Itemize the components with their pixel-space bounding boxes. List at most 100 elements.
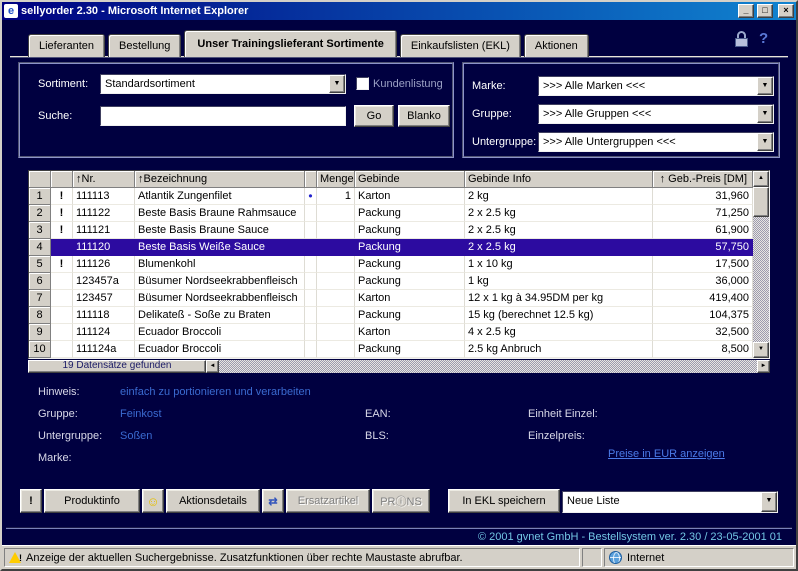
einheit-einzel-label: Einheit Einzel: bbox=[528, 408, 598, 420]
search-input[interactable] bbox=[100, 106, 346, 126]
eur-link[interactable]: Preise in EUR anzeigen bbox=[608, 448, 725, 460]
row-number[interactable]: 8 bbox=[29, 307, 51, 324]
chevron-down-icon[interactable]: ▼ bbox=[757, 77, 773, 95]
table-row[interactable]: 1 ! 111113 Atlantik Zungenfilet • 1 Kart… bbox=[29, 188, 753, 205]
cell-preis: 31,960 bbox=[653, 188, 753, 205]
row-number[interactable]: 7 bbox=[29, 290, 51, 307]
kundenlistung-checkbox[interactable] bbox=[356, 77, 369, 90]
produktinfo-icon-button[interactable]: ! bbox=[20, 489, 42, 513]
lock-icon[interactable] bbox=[734, 31, 749, 48]
row-number[interactable]: 3 bbox=[29, 222, 51, 239]
table-row[interactable]: 9 111124 Ecuador Broccoli Karton 4 x 2.5… bbox=[29, 324, 753, 341]
help-icon[interactable]: ? bbox=[759, 30, 768, 47]
row-number[interactable]: 6 bbox=[29, 273, 51, 290]
table-row[interactable]: 4 111120 Beste Basis Weiße Sauce Packung… bbox=[29, 239, 753, 256]
footer-credit: © 2001 gvnet GmbH - Bestellsystem ver. 2… bbox=[2, 531, 782, 543]
go-button[interactable]: Go bbox=[354, 105, 394, 127]
produktinfo-button[interactable]: Produktinfo bbox=[44, 489, 140, 513]
untergruppe-dropdown[interactable]: >>> Alle Untergruppen <<< ▼ bbox=[538, 132, 774, 152]
tab[interactable]: Bestellung bbox=[108, 34, 181, 57]
table-row[interactable]: 2 ! 111122 Beste Basis Braune Rahmsauce … bbox=[29, 205, 753, 222]
hscroll-left-button[interactable]: ◄ bbox=[206, 360, 219, 373]
scroll-up-button[interactable]: ▲ bbox=[753, 171, 769, 187]
cell-gebinde: Packung bbox=[355, 307, 465, 324]
tab[interactable]: Aktionen bbox=[524, 34, 589, 57]
cell-flag: ! bbox=[51, 256, 73, 273]
sortiment-dropdown[interactable]: Standardsortiment ▼ bbox=[100, 74, 346, 94]
cell-nr: 123457a bbox=[73, 273, 135, 290]
cell-flag: ! bbox=[51, 222, 73, 239]
app-area: Lieferanten Bestellung Unser Trainingsli… bbox=[2, 20, 796, 545]
hscroll-track[interactable] bbox=[219, 360, 757, 373]
header-nr[interactable]: ↑Nr. bbox=[73, 171, 135, 188]
lock-shackle bbox=[737, 31, 746, 38]
tab-bar: Lieferanten Bestellung Unser Trainingsli… bbox=[28, 30, 592, 57]
cell-menge bbox=[317, 273, 355, 290]
row-number[interactable]: 2 bbox=[29, 205, 51, 222]
marke-dropdown[interactable]: >>> Alle Marken <<< ▼ bbox=[538, 76, 774, 96]
header-rownum bbox=[29, 171, 51, 188]
aktionsdetails-label: Aktionsdetails bbox=[179, 495, 247, 507]
table-row[interactable]: 5 ! 111126 Blumenkohl Packung 1 x 10 kg … bbox=[29, 256, 753, 273]
maximize-button[interactable]: □ bbox=[757, 4, 773, 18]
header-gebinde-info[interactable]: Gebinde Info bbox=[465, 171, 653, 188]
gruppe-filter-value: >>> Alle Gruppen <<< bbox=[539, 105, 757, 123]
cell-dot bbox=[305, 256, 317, 273]
tab[interactable]: Unser Trainingslieferant Sortimente bbox=[184, 30, 396, 57]
cell-gebinde: Packung bbox=[355, 239, 465, 256]
gruppe-dropdown[interactable]: >>> Alle Gruppen <<< ▼ bbox=[538, 104, 774, 124]
row-number[interactable]: 4 bbox=[29, 239, 51, 256]
cell-dot bbox=[305, 273, 317, 290]
table-row[interactable]: 6 123457a Büsumer Nordseekrabbenfleisch … bbox=[29, 273, 753, 290]
neue-liste-value: Neue Liste bbox=[563, 492, 761, 512]
row-number[interactable]: 1 bbox=[29, 188, 51, 205]
scroll-down-button[interactable]: ▼ bbox=[753, 342, 769, 358]
neue-liste-dropdown[interactable]: Neue Liste ▼ bbox=[562, 491, 778, 513]
chevron-down-icon[interactable]: ▼ bbox=[761, 492, 777, 512]
row-number[interactable]: 9 bbox=[29, 324, 51, 341]
vertical-scrollbar[interactable]: ▲ ▼ bbox=[753, 171, 769, 358]
chevron-down-icon[interactable]: ▼ bbox=[757, 133, 773, 151]
einzelpreis-label: Einzelpreis: bbox=[528, 430, 585, 442]
table-row[interactable]: 10 111124a Ecuador Broccoli Packung 2.5 … bbox=[29, 341, 753, 358]
cell-gebinde-info: 2 x 2.5 kg bbox=[465, 222, 653, 239]
footer-separator bbox=[6, 527, 792, 529]
status-bar: Anzeige der aktuellen Suchergebnisse. Zu… bbox=[2, 545, 796, 569]
close-button[interactable]: × bbox=[778, 4, 794, 18]
cell-flag: ! bbox=[51, 188, 73, 205]
status-empty-cell bbox=[582, 548, 602, 567]
cell-menge bbox=[317, 222, 355, 239]
aktionsdetails-button[interactable]: Aktionsdetails bbox=[166, 489, 260, 513]
blanko-button[interactable]: Blanko bbox=[398, 105, 450, 127]
sortiment-label: Sortiment: bbox=[38, 78, 88, 90]
table-row[interactable]: 8 111118 Delikateß - Soße zu Braten Pack… bbox=[29, 307, 753, 324]
tab[interactable]: Lieferanten bbox=[28, 34, 105, 57]
tab[interactable]: Einkaufslisten (EKL) bbox=[400, 34, 521, 57]
row-number[interactable]: 10 bbox=[29, 341, 51, 358]
in-ekl-speichern-button[interactable]: In EKL speichern bbox=[448, 489, 560, 513]
globe-icon bbox=[609, 551, 622, 564]
table-row[interactable]: 7 123457 Büsumer Nordseekrabbenfleisch K… bbox=[29, 290, 753, 307]
header-bezeichnung[interactable]: ↑Bezeichnung bbox=[135, 171, 305, 188]
row-number[interactable]: 5 bbox=[29, 256, 51, 273]
swap-icon: ⇄ bbox=[268, 496, 277, 508]
chevron-down-icon[interactable]: ▼ bbox=[757, 105, 773, 123]
cell-flag bbox=[51, 273, 73, 290]
minimize-button[interactable]: _ bbox=[738, 4, 754, 18]
ersatzartikel-button: Ersatzartikel bbox=[286, 489, 370, 513]
ersatzartikel-icon-button[interactable]: ⇄ bbox=[262, 489, 284, 513]
chevron-down-icon[interactable]: ▼ bbox=[329, 75, 345, 93]
hscroll-right-button[interactable]: ► bbox=[757, 360, 770, 373]
header-preis[interactable]: ↑ Geb.-Preis [DM] bbox=[653, 171, 753, 188]
cell-menge: 1 bbox=[317, 188, 355, 205]
header-gebinde[interactable]: Gebinde bbox=[355, 171, 465, 188]
untergruppe-value: Soßen bbox=[120, 430, 152, 442]
cell-menge bbox=[317, 256, 355, 273]
scroll-track[interactable] bbox=[753, 217, 769, 342]
header-menge[interactable]: Menge bbox=[317, 171, 355, 188]
smiley-icon-button[interactable]: ☺ bbox=[142, 489, 164, 513]
cell-flag bbox=[51, 290, 73, 307]
table-row[interactable]: 3 ! 111121 Beste Basis Braune Sauce Pack… bbox=[29, 222, 753, 239]
cell-dot bbox=[305, 239, 317, 256]
scroll-thumb[interactable] bbox=[753, 187, 769, 217]
